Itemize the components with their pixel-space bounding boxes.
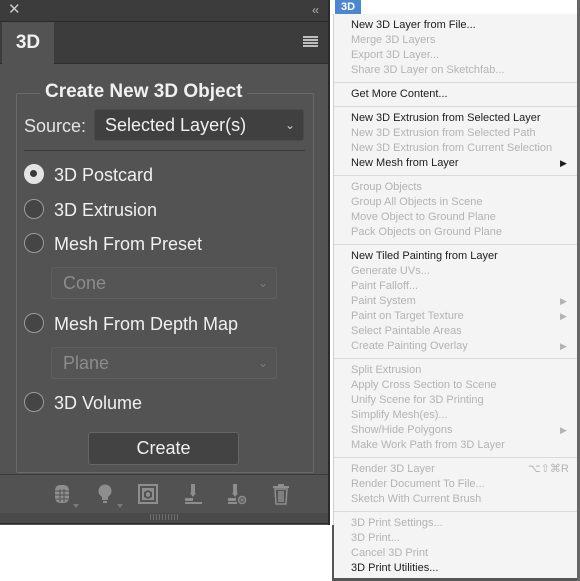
menu-item[interactable]: New Mesh from Layer [351,156,459,171]
remove-from-ground-icon[interactable] [227,483,247,505]
menu-separator [334,82,578,83]
menu-item[interactable]: Get More Content... [351,87,448,102]
menu-item[interactable]: Pack Objects on Ground Plane [351,225,502,240]
submenu-arrow-icon: ▶ [560,311,567,321]
menu-item[interactable]: Group All Objects in Scene [351,195,482,210]
menu-item[interactable]: New Tiled Painting from Layer [351,249,498,264]
radio-label: Mesh From Depth Map [54,314,239,334]
menu-item[interactable]: Select Paintable Areas [351,324,462,339]
close-icon[interactable]: ✕ [8,2,21,18]
menu-item[interactable]: Make Work Path from 3D Layer [351,438,505,453]
menu-item[interactable]: Group Objects [351,180,422,195]
menu-item[interactable]: Create Painting Overlay [351,339,468,354]
menu-item[interactable]: Export 3D Layer... [351,48,439,63]
preset-select-value: Cone [63,273,107,293]
menu-item[interactable]: Paint Falloff... [351,279,418,294]
group-title: Create New 3D Object [40,80,248,104]
radio-label: 3D Postcard [54,165,154,185]
preset-select[interactable]: Cone ⌄ [51,267,277,299]
menu-frame-left [332,525,334,581]
menu-item[interactable]: Simplify Mesh(es)... [351,408,448,423]
collapse-icon[interactable]: ‹‹ [312,3,319,17]
submenu-arrow-icon: ▶ [560,296,567,306]
resize-grip[interactable] [150,514,180,520]
create-button[interactable]: Create [88,432,239,465]
dropdown-arrow-icon[interactable] [117,504,123,508]
menu-item[interactable]: New 3D Layer from File... [351,18,476,33]
menu-item[interactable]: 3D Print Settings... [351,516,443,531]
menu-item[interactable]: Show/Hide Polygons [351,423,453,438]
menu-item[interactable]: Paint System [351,294,416,309]
divider [24,150,305,151]
menu-separator [334,358,578,359]
menu-item[interactable]: Render Document To File... [351,477,485,492]
source-select-value: Selected Layer(s) [105,115,247,135]
3d-menu: New 3D Layer from File... Merge 3D Layers… [333,14,580,581]
radio-button[interactable] [24,233,44,253]
menu-separator [334,175,578,176]
chevron-down-icon: ⌄ [284,118,295,132]
radio-button[interactable] [24,313,44,333]
source-label: Source: [24,116,87,136]
panel-menu-icon[interactable] [303,36,318,48]
source-select[interactable]: Selected Layer(s) ⌄ [94,109,304,141]
depth-map-select[interactable]: Plane ⌄ [51,347,277,379]
menu-separator [334,244,578,245]
menu-item[interactable]: Merge 3D Layers [351,33,435,48]
menu-item[interactable]: New 3D Extrusion from Current Selection [351,141,552,156]
menu-shortcut: ⌥⇧⌘R [528,463,569,475]
menu-item[interactable]: New 3D Extrusion from Selected Layer [351,111,541,126]
resize-grip-area [0,513,328,524]
radio-label: Mesh From Preset [54,234,203,254]
3d-panel: ✕ ‹‹ 3D Create New 3D Object Source: Sel… [0,0,330,525]
radio-button-checked[interactable] [24,164,44,184]
menu-separator [334,106,578,107]
dropdown-arrow-icon[interactable] [73,504,79,508]
submenu-arrow-icon: ▶ [560,158,567,168]
submenu-arrow-icon: ▶ [560,341,567,351]
tab-3d[interactable]: 3D [2,22,54,64]
radio-button[interactable] [24,392,44,412]
menu-item[interactable]: Sketch With Current Brush [351,492,481,507]
scene-filter-icon[interactable] [52,483,72,505]
menu-item[interactable]: Cancel 3D Print [351,546,428,561]
new-3d-object-icon[interactable] [138,483,158,505]
panel-toolbar [0,474,328,515]
menu-bar-3d[interactable]: 3D [335,0,361,14]
chevron-down-icon: ⌄ [257,356,268,370]
menu-item[interactable]: Paint on Target Texture [351,309,464,324]
radio-label: 3D Extrusion [54,200,158,220]
menu-separator [334,511,578,512]
chevron-down-icon: ⌄ [257,276,268,290]
menu-item[interactable]: 3D Print Utilities... [351,561,438,576]
light-bulb-icon[interactable] [95,483,115,505]
menu-item[interactable]: Render 3D Layer [351,462,435,477]
submenu-arrow-icon: ▶ [560,425,567,435]
panel-tab-bar: 3D [0,22,328,64]
menu-item[interactable]: Generate UVs... [351,264,430,279]
menu-item[interactable]: New 3D Extrusion from Selected Path [351,126,536,141]
menu-item[interactable]: Unify Scene for 3D Printing [351,393,484,408]
menu-separator [334,457,578,458]
drop-to-ground-icon[interactable] [183,483,203,505]
menu-item[interactable]: Share 3D Layer on Sketchfab... [351,63,504,78]
panel-title-bar: ✕ ‹‹ [0,0,328,22]
menu-item[interactable]: Move Object to Ground Plane [351,210,496,225]
menu-item[interactable]: Apply Cross Section to Scene [351,378,497,393]
depth-map-select-value: Plane [63,353,110,373]
radio-label: 3D Volume [54,393,143,413]
radio-button[interactable] [24,199,44,219]
menu-item[interactable]: 3D Print... [351,531,400,546]
delete-icon[interactable] [271,483,291,505]
menu-item[interactable]: Split Extrusion [351,363,421,378]
